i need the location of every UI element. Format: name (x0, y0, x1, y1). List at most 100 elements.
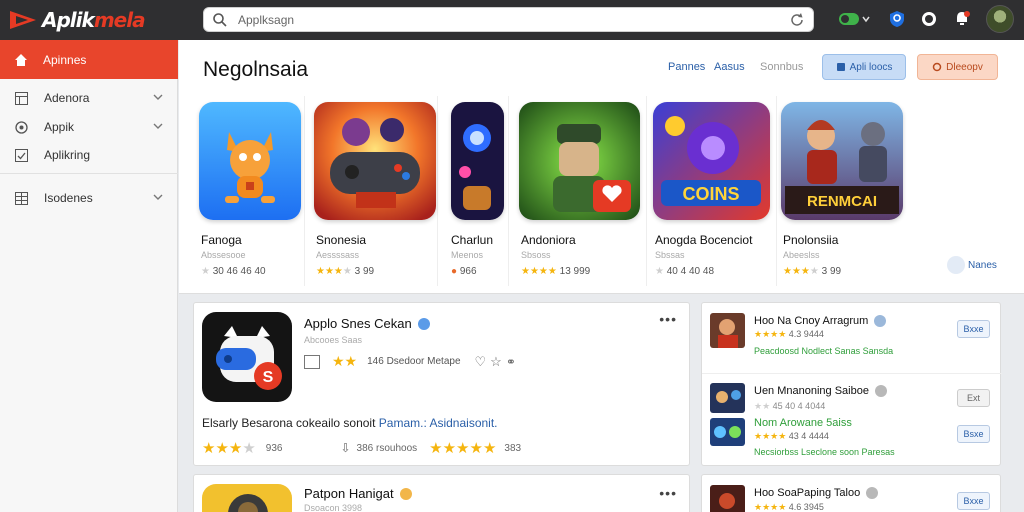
app-card[interactable]: Fanoga Abssesooe ★ 30 46 46 40 (199, 96, 305, 286)
app-subtitle: Abcooes Saas (304, 335, 363, 345)
tab-pannes[interactable]: Pannes (668, 61, 705, 73)
search-icon (212, 12, 228, 33)
app-art-space (451, 102, 504, 220)
app-card-title: Pnolonsiia (783, 233, 839, 247)
description-link[interactable]: Pamam.: Asidnaisonit. (379, 416, 498, 430)
list-item-title-text: Uen Mnanoning Saiboe (754, 385, 869, 397)
star-icon: ★ (201, 266, 210, 277)
verified-icon (399, 487, 412, 500)
avatar[interactable] (986, 5, 1014, 33)
app-detail-card[interactable]: S Applo Snes Cekan Abcooes Saas ••• ★★ 1… (193, 302, 690, 466)
fire-icon: ● (451, 266, 458, 277)
check-square-icon (14, 148, 28, 162)
side-app-list: Hoo SoaPaping Taloo ★★★★ 4.6 3945 Bxxe (701, 474, 1001, 512)
app-card[interactable]: Andoniora Sbsoss ★★★★ 13 999 (519, 96, 647, 286)
secondary-button[interactable]: Dleeopv (917, 54, 998, 80)
app-title: Applo Snes Cekan (304, 316, 430, 331)
chevron-down-icon[interactable] (152, 191, 164, 206)
star-rating: ★★★★ (316, 266, 352, 277)
tab-aasus[interactable]: Aasus (714, 61, 745, 73)
app-art-gamepad (314, 102, 436, 220)
app-art-controller: S (202, 312, 292, 402)
footer-count: 936 (265, 442, 283, 454)
app-card[interactable]: Charlun Meenos ● 966 (451, 96, 509, 286)
sidebar-item-appik[interactable]: Appik (0, 114, 178, 140)
star-outline-icon[interactable]: ☆ (490, 354, 502, 370)
sidebar-item-aplikring[interactable]: Aplikring (0, 142, 178, 168)
install-button[interactable]: Bsxe (957, 425, 990, 443)
star-rating: ★★ (332, 353, 358, 369)
app-art-coins: COINS (653, 102, 770, 220)
bell-icon[interactable] (952, 8, 972, 30)
list-item-title[interactable]: Nom Arowane 5aiss (754, 417, 852, 429)
sidebar-item-adenora[interactable]: Adenora (0, 85, 178, 111)
app-card[interactable]: RENMCAI Pnolonsiia Abeeslss ★★★★ 3 99 (781, 96, 905, 286)
verified-icon (874, 385, 887, 397)
rating-text: 45 40 4 4044 (772, 401, 826, 411)
reload-icon[interactable] (789, 12, 805, 33)
rating-text: 43 4 4444 (788, 431, 829, 441)
list-item-rating: ★★★★ 43 4 4444 (754, 431, 829, 441)
chevron-down-icon[interactable] (860, 8, 872, 30)
heart-icon[interactable]: ♡ (475, 354, 487, 370)
extension-toggle[interactable] (838, 8, 860, 30)
compass-icon (14, 120, 28, 134)
app-card-subtitle: Aessssass (316, 250, 360, 260)
rating-text: 3 99 (354, 266, 375, 277)
verified-icon (417, 317, 430, 330)
secondary-button-label: Dleeopv (946, 61, 983, 73)
chevron-down-icon[interactable] (152, 91, 164, 106)
list-item-title[interactable]: Uen Mnanoning Saiboe (754, 385, 887, 397)
more-link[interactable]: Nanes (947, 256, 997, 274)
top-bar: Aplikmela (0, 0, 1024, 40)
svg-text:S: S (263, 369, 274, 386)
app-card-title: Charlun (451, 233, 494, 247)
install-button[interactable]: Ext (957, 389, 990, 407)
search-bar[interactable] (203, 7, 814, 32)
app-card[interactable]: Snonesia Aessssass ★★★★ 3 99 (314, 96, 438, 286)
app-art-character (202, 484, 292, 512)
rating-text: 3 99 (821, 266, 842, 277)
app-detail-card[interactable]: Patpon Hanigat Dsoacon 3998 ••• (193, 474, 690, 512)
chevron-down-icon[interactable] (152, 120, 164, 135)
list-item-subtitle: Peacdoosd Nodlect Sanas Sansda (754, 346, 894, 356)
description-text: Elsarly Besarona cokeailo sonoit (202, 416, 376, 430)
sidebar-item-label: Apinnes (43, 52, 87, 67)
link-icon[interactable]: ⚭ (506, 355, 516, 369)
list-item-rating: ★★ 45 40 4 4044 (754, 401, 826, 411)
app-card-rating: ★ 40 4 40 48 (655, 266, 714, 277)
list-item-title[interactable]: Hoo Na Cnoy Arragrum (754, 315, 887, 327)
star-rating: ★★★★ (202, 440, 256, 457)
list-divider (702, 373, 1002, 374)
side-app-list: Hoo Na Cnoy Arragrum ★★★★ 4.3 9444 Peacd… (701, 302, 1002, 466)
install-button[interactable]: Bxxe (957, 320, 990, 338)
sidebar-divider (0, 173, 178, 174)
app-card-subtitle: Abeeslss (783, 250, 820, 260)
star-rating: ★★★★ (521, 266, 557, 277)
app-meta-row: ★★ 146 Dsedoor Metape ♡ ☆ ⚭ (304, 353, 516, 370)
footer-downloads: 386 rsouhoos (356, 442, 418, 454)
puzzle-icon (836, 62, 846, 72)
app-card-title: Snonesia (316, 233, 367, 247)
sidebar-item-isodenes[interactable]: Isodenes (0, 185, 178, 211)
app-logo[interactable]: Aplikmela (8, 6, 146, 34)
list-item-title[interactable]: Hoo SoaPaping Taloo (754, 487, 879, 499)
search-input[interactable] (238, 11, 778, 29)
primary-button-label: Apli loocs (849, 61, 893, 73)
shield-icon[interactable] (888, 8, 906, 30)
featured-section: Negolnsaia Pannes Aasus Sonnbus Apli loo… (179, 40, 1024, 294)
page-title: Negolnsaia (203, 58, 309, 81)
star-icon: ★ (655, 266, 664, 277)
app-card[interactable]: COINS Anogda Bocenciot Sbssas ★ 40 4 40 … (653, 96, 777, 286)
svg-text:COINS: COINS (682, 184, 739, 204)
rating-text: 30 46 46 40 (212, 266, 266, 277)
app-description: Elsarly Besarona cokeailo sonoit Pamam.:… (202, 416, 498, 430)
install-button[interactable]: Bxxe (957, 492, 990, 510)
circle-play-icon[interactable] (920, 8, 938, 30)
sidebar-item-home[interactable]: Apinnes (0, 40, 178, 79)
tab-sonnbus[interactable]: Sonnbus (760, 61, 803, 73)
primary-button[interactable]: Apli loocs (822, 54, 906, 80)
grid-icon (14, 91, 28, 105)
more-menu-icon[interactable]: ••• (659, 311, 677, 327)
more-menu-icon[interactable]: ••• (659, 485, 677, 501)
